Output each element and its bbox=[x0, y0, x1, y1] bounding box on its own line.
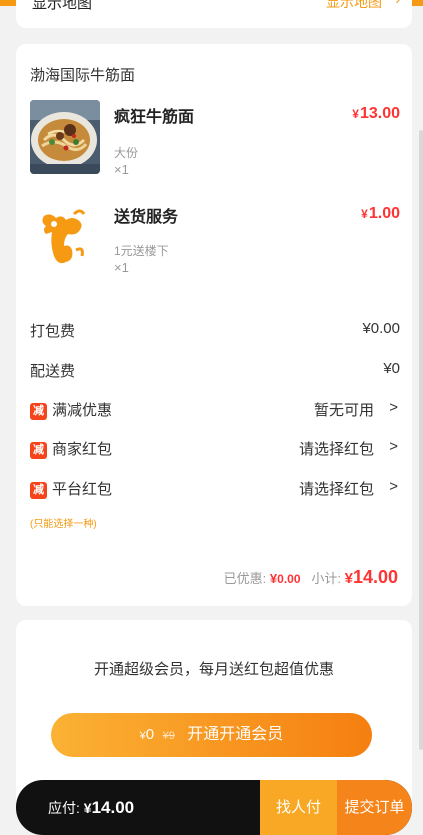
vip-button-label: 开通开通会员 bbox=[187, 726, 284, 743]
chevron-right-icon: > bbox=[389, 438, 398, 455]
amount-due: 应付: ¥14.00 bbox=[48, 780, 134, 835]
item-name: 疯狂牛筋面 bbox=[114, 109, 195, 126]
item-qty: ×1 bbox=[114, 260, 129, 275]
delivery-fee-label: 配送费 bbox=[30, 363, 76, 380]
chevron-right-icon: › bbox=[395, 0, 400, 7]
amount-due-value: ¥14.00 bbox=[84, 798, 134, 817]
order-summary: 已优惠: ¥0.00 小计: ¥14.00 bbox=[224, 567, 398, 588]
delivery-mascot-logo bbox=[30, 200, 100, 274]
discount-total-label: 已优惠: bbox=[223, 571, 267, 586]
vip-activate-button[interactable]: ¥0 ¥9 开通开通会员 bbox=[51, 713, 372, 757]
map-section-partial[interactable]: 显示地图 显示地图 › bbox=[16, 0, 412, 28]
amount-due-number: 14.00 bbox=[91, 798, 135, 817]
packing-fee-label: 打包费 bbox=[30, 323, 76, 340]
order-item: 送货服务 1元送楼下 ×1 ¥1.00 bbox=[30, 200, 400, 280]
discount-badge-icon: 减 bbox=[30, 403, 47, 420]
item-spec: 1元送楼下 bbox=[114, 244, 169, 258]
chevron-right-icon: > bbox=[389, 399, 398, 416]
price-currency: ¥ bbox=[361, 207, 368, 221]
discount-badge-icon: 减 bbox=[30, 442, 47, 459]
discount-amount: 0.00 bbox=[277, 572, 301, 586]
map-section-right-label[interactable]: 显示地图 bbox=[326, 0, 382, 12]
vip-price-value: 0 bbox=[145, 726, 155, 743]
shop-name[interactable]: 渤海国际牛筋面 bbox=[30, 64, 135, 85]
delivery-fee-value: ¥0 bbox=[383, 360, 400, 377]
price-value: 13.00 bbox=[359, 105, 400, 122]
subtotal-label: 小计: bbox=[311, 571, 341, 586]
packing-fee-value: ¥0.00 bbox=[362, 320, 400, 337]
map-section-left-label: 显示地图 bbox=[32, 0, 93, 12]
order-item: 疯狂牛筋面 大份 ×1 ¥13.00 bbox=[30, 100, 400, 180]
item-name: 送货服务 bbox=[114, 209, 179, 226]
item-qty: ×1 bbox=[114, 162, 129, 177]
discount-value: 请选择红包 bbox=[298, 441, 374, 458]
packing-fee-row: 打包费 ¥0.00 bbox=[30, 320, 400, 342]
currency-symbol: ¥ bbox=[83, 800, 92, 816]
amount-due-label: 应付: bbox=[48, 800, 80, 816]
checkout-bar: 应付: ¥14.00 找人付 提交订单 bbox=[16, 780, 412, 835]
price-currency: ¥ bbox=[352, 107, 359, 121]
discount-value: 请选择红包 bbox=[298, 481, 374, 498]
subtotal-value: ¥14.00 bbox=[345, 567, 398, 587]
vip-original-price: ¥9 bbox=[162, 730, 175, 742]
discount-value: 暂无可用 bbox=[313, 402, 374, 419]
currency-symbol: ¥ bbox=[344, 570, 353, 587]
discount-total-value: ¥0.00 bbox=[270, 571, 301, 586]
redpacket-note: (只能选择一种) bbox=[30, 519, 97, 530]
discount-row-merchant-redpacket[interactable]: 减商家红包 请选择红包 > bbox=[30, 438, 400, 460]
discount-label: 商家红包 bbox=[52, 441, 113, 458]
subtotal-amount: 14.00 bbox=[352, 567, 398, 587]
discount-label: 满减优惠 bbox=[52, 402, 113, 419]
discount-row-full-reduction[interactable]: 减满减优惠 暂无可用 > bbox=[30, 399, 400, 421]
item-spec: 大份 bbox=[114, 146, 139, 160]
order-card: 渤海国际牛筋面 疯狂牛筋面 大份 ×1 ¥13.00 送货服务 1元送楼下 ×1… bbox=[16, 44, 412, 606]
discount-badge-icon: 减 bbox=[30, 482, 47, 499]
item-price: ¥1.00 bbox=[361, 205, 400, 223]
scrollbar[interactable] bbox=[419, 130, 423, 750]
vip-promo-text: 开通超级会员，每月送红包超值优惠 bbox=[93, 661, 334, 678]
vip-price: ¥0 bbox=[140, 726, 154, 743]
item-price: ¥13.00 bbox=[352, 105, 400, 123]
discount-row-platform-redpacket[interactable]: 减平台红包 请选择红包 > bbox=[30, 478, 400, 500]
delivery-fee-row: 配送费 ¥0 bbox=[30, 360, 400, 382]
noodle-bowl-image bbox=[30, 100, 100, 174]
chevron-right-icon: > bbox=[389, 478, 398, 495]
discount-label: 平台红包 bbox=[52, 481, 113, 498]
price-value: 1.00 bbox=[368, 205, 400, 222]
submit-order-button[interactable]: 提交订单 bbox=[337, 780, 412, 835]
find-payer-button[interactable]: 找人付 bbox=[260, 780, 337, 835]
